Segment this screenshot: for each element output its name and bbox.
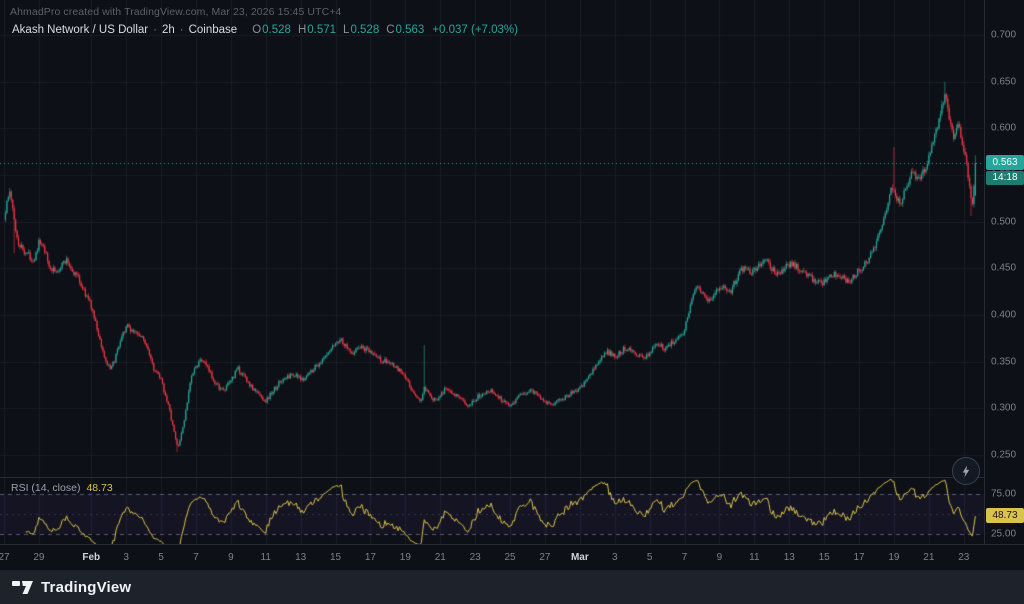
legend-separator: · (153, 24, 157, 36)
time-tick-label: Mar (571, 552, 589, 563)
last-price-badge: 0.563 (986, 155, 1024, 170)
rsi-legend[interactable]: RSI (14, close) 48.73 (11, 482, 113, 494)
ohlc-value: 0.528 (262, 24, 291, 36)
price-change: +0.037 (+7.03%) (432, 24, 518, 36)
footer-bar: TradingView (0, 570, 1024, 604)
ohlc-value: 0.571 (307, 24, 336, 36)
time-tick-label: 17 (365, 552, 376, 563)
interval-label[interactable]: 2h (162, 24, 175, 36)
price-tick-label: 0.700 (985, 30, 1024, 41)
time-tick-label: 25 (504, 552, 515, 563)
countdown-badge: 14:18 (986, 171, 1024, 185)
symbol-legend[interactable]: Akash Network / US Dollar · 2h · Coinbas… (12, 24, 518, 36)
tradingview-wordmark: TradingView (41, 579, 131, 596)
time-scale[interactable]: 27 29 Feb 3 5 7 9 11 13 15 17 19 21 23 25 27 Mar 3 5 7 9 11 13… (0, 544, 1024, 570)
rsi-tick-label: 75.00 (985, 489, 1024, 500)
price-scale[interactable]: 0.563 14:18 48.73 0.7000.6500.6000.5500.… (984, 0, 1024, 544)
ohlc-value: 0.563 (396, 24, 425, 36)
time-tick-label: 7 (682, 552, 688, 563)
time-tick-label: 13 (295, 552, 306, 563)
time-tick-label: 27 (0, 552, 10, 563)
legend-separator: · (180, 24, 184, 36)
rsi-value: 48.73 (86, 482, 112, 494)
time-tick-label: 5 (158, 552, 164, 563)
price-tick-label: 0.500 (985, 216, 1024, 227)
rsi-tick-label: 25.00 (985, 529, 1024, 540)
time-tick-label: 23 (958, 552, 969, 563)
time-tick-label: 11 (749, 552, 759, 563)
price-tick-label: 0.400 (985, 310, 1024, 321)
watermark-text: AhmadPro created with TradingView.com, M… (10, 6, 342, 18)
ohlc-value: 0.528 (350, 24, 379, 36)
ohlc-key: H (298, 24, 306, 36)
price-chart-canvas[interactable] (0, 0, 984, 544)
rsi-value-badge: 48.73 (986, 508, 1024, 523)
time-tick-label: 9 (228, 552, 234, 563)
rsi-title: RSI (14, close) (11, 482, 80, 494)
time-tick-label: 13 (784, 552, 795, 563)
ohlc-key: L (343, 24, 349, 36)
time-tick-label: 9 (717, 552, 723, 563)
time-tick-label: 15 (819, 552, 830, 563)
pane-separator[interactable] (0, 477, 1024, 478)
time-tick-label: 27 (539, 552, 550, 563)
time-tick-label: 21 (435, 552, 446, 563)
lightning-icon (960, 465, 973, 478)
time-tick-label: 19 (400, 552, 411, 563)
time-tick-label: 15 (330, 552, 341, 563)
time-tick-label: 3 (612, 552, 618, 563)
price-tick-label: 0.650 (985, 76, 1024, 87)
symbol-title[interactable]: Akash Network / US Dollar (12, 24, 148, 36)
lightning-button[interactable] (952, 457, 980, 485)
time-tick-label: 17 (853, 552, 864, 563)
price-tick-label: 0.250 (985, 450, 1024, 461)
tradingview-chart: AhmadPro created with TradingView.com, M… (0, 0, 1024, 604)
exchange-label: Coinbase (189, 24, 238, 36)
price-tick-label: 0.600 (985, 123, 1024, 134)
time-tick-label: 7 (193, 552, 199, 563)
tradingview-brand[interactable]: TradingView (12, 579, 131, 596)
time-tick-label: 11 (261, 552, 271, 563)
time-tick-label: 29 (33, 552, 44, 563)
time-tick-label: 3 (123, 552, 129, 563)
time-tick-label: 19 (888, 552, 899, 563)
time-tick-label: 23 (470, 552, 481, 563)
tradingview-logo-icon (12, 579, 34, 595)
price-tick-label: 0.350 (985, 356, 1024, 367)
time-tick-label: 21 (923, 552, 934, 563)
ohlc-key: O (252, 24, 261, 36)
time-tick-label: Feb (82, 552, 100, 563)
ohlc-values: O0.528H0.571L0.528C0.563 (245, 24, 424, 36)
ohlc-key: C (386, 24, 394, 36)
price-tick-label: 0.450 (985, 263, 1024, 274)
price-tick-label: 0.300 (985, 403, 1024, 414)
time-tick-label: 5 (647, 552, 653, 563)
